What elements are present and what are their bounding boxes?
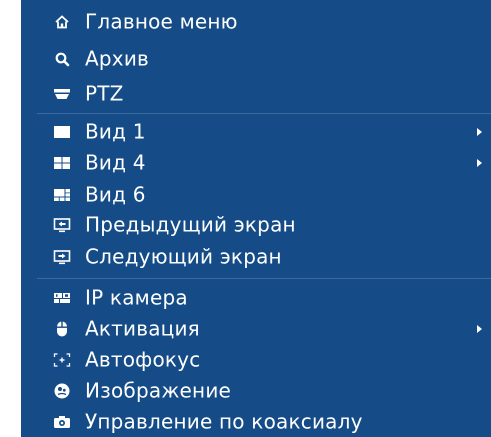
next-screen-icon: [53, 248, 71, 266]
menu-item-label: Архив: [85, 46, 149, 71]
menu-item-archive[interactable]: Архив: [21, 42, 491, 76]
menu-item-view-6[interactable]: Вид 6: [21, 178, 491, 212]
menu-item-label: Следующий экран: [85, 244, 282, 269]
menu-item-label: Главное меню: [85, 9, 238, 34]
menu-item-previous-screen[interactable]: Предыдущий экран: [21, 208, 491, 242]
menu-item-next-screen[interactable]: Следующий экран: [21, 240, 491, 274]
mouse-icon: [53, 320, 71, 338]
menu-item-label: Вид 4: [85, 150, 146, 175]
menu-item-ip-camera[interactable]: IP камера: [21, 281, 491, 315]
submenu-arrow-icon: [477, 159, 482, 167]
image-settings-icon: [53, 382, 71, 400]
menu-item-label: PTZ: [85, 81, 124, 106]
menu-item-view-1[interactable]: Вид 1: [21, 115, 491, 149]
menu-divider: [37, 113, 491, 114]
search-icon: [53, 50, 71, 68]
menu-item-label: IP камера: [85, 285, 188, 310]
submenu-arrow-icon: [477, 325, 482, 333]
menu-item-coaxial-control[interactable]: Управление по коаксиалу: [21, 405, 491, 437]
menu-item-image[interactable]: Изображение: [21, 374, 491, 408]
menu-item-label: Изображение: [85, 378, 232, 403]
menu-item-label: Автофокус: [85, 347, 201, 372]
submenu-arrow-icon: [477, 128, 482, 136]
context-menu: Главное меню Архив PTZ Вид 1 Вид 4 Вид 6: [21, 0, 491, 437]
menu-item-label: Предыдущий экран: [85, 212, 296, 237]
menu-item-autofocus[interactable]: Автофокус: [21, 343, 491, 377]
view-1-icon: [53, 123, 71, 141]
menu-item-label: Вид 1: [85, 119, 146, 144]
view-4-icon: [53, 154, 71, 172]
previous-screen-icon: [53, 216, 71, 234]
ip-camera-icon: [53, 289, 71, 307]
autofocus-icon: [53, 351, 71, 369]
coaxial-camera-icon: [53, 413, 71, 431]
menu-item-main-menu[interactable]: Главное меню: [21, 5, 491, 39]
ptz-camera-icon: [53, 85, 71, 103]
menu-item-view-4[interactable]: Вид 4: [21, 146, 491, 180]
home-icon: [53, 13, 71, 31]
view-6-icon: [53, 186, 71, 204]
menu-item-label: Управление по коаксиалу: [85, 409, 363, 434]
menu-item-activation[interactable]: Активация: [21, 312, 491, 346]
menu-item-ptz[interactable]: PTZ: [21, 77, 491, 111]
menu-item-label: Вид 6: [85, 182, 146, 207]
menu-item-label: Активация: [85, 316, 200, 341]
menu-divider: [37, 278, 491, 279]
